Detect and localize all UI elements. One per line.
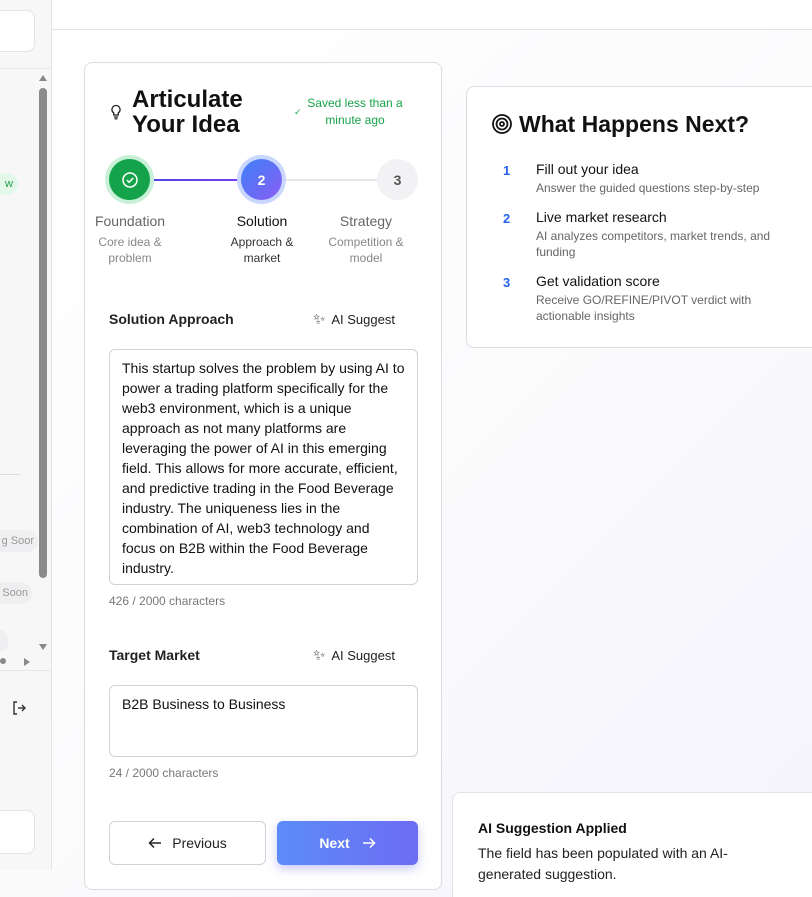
step-description: Receive GO/REFINE/PIVOT verdict with act… <box>536 293 752 323</box>
step-heading: Live market research <box>536 209 667 225</box>
step-1-label: Foundation <box>94 213 166 229</box>
what-happens-next-card: What Happens Next? 1 Fill out your idea … <box>466 86 812 348</box>
sparkle-icon: ✨︎ <box>313 646 326 664</box>
sidebar-divider <box>0 68 52 69</box>
scroll-left-arrow[interactable] <box>0 658 6 664</box>
scroll-right-arrow[interactable] <box>24 658 30 666</box>
previous-button[interactable]: Previous <box>109 821 266 865</box>
step-1-subtitle: Core idea & problem <box>98 235 162 265</box>
character-count: 24 / 2000 characters <box>109 766 219 780</box>
arrow-right-icon <box>362 837 376 849</box>
ai-suggest-button[interactable]: ✨︎ AI Suggest <box>313 307 413 331</box>
target-market-textarea[interactable]: B2B Business to Business <box>109 685 418 757</box>
step-2-label: Solution <box>236 213 288 229</box>
step-number: 1 <box>503 163 511 178</box>
arrow-left-icon <box>148 837 162 849</box>
logout-icon[interactable] <box>10 699 28 717</box>
step-1-circle[interactable] <box>109 159 150 200</box>
target-icon <box>492 114 512 134</box>
sidebar-search-box[interactable] <box>0 10 35 52</box>
scrollbar-thumb[interactable] <box>39 88 47 578</box>
sidebar: w g Soor Soon <box>0 0 52 870</box>
step-heading: Get validation score <box>536 273 660 289</box>
step-number: 2 <box>503 211 511 226</box>
lightbulb-icon <box>111 104 121 120</box>
check-circle-icon <box>121 171 138 188</box>
next-button[interactable]: Next <box>277 821 418 865</box>
sparkle-icon: ✨︎ <box>313 310 326 328</box>
progress-stepper: 2 3 Foundation Core idea & problem Solut… <box>95 159 419 269</box>
step-3-label: Strategy <box>339 213 393 229</box>
toast-title: AI Suggestion Applied <box>478 820 627 836</box>
top-header <box>52 0 812 30</box>
page-title: Articulate Your Idea <box>132 86 243 138</box>
solution-approach-label: Solution Approach <box>109 311 234 327</box>
target-market-label: Target Market <box>109 647 200 663</box>
coming-soon-badge: Soon <box>0 582 32 604</box>
solution-approach-textarea[interactable]: This startup solves the problem by using… <box>109 349 418 585</box>
user-profile-box[interactable] <box>0 810 35 854</box>
coming-soon-badge: g Soor <box>0 530 38 552</box>
step-2-subtitle: Approach & market <box>230 235 294 265</box>
sidebar-divider <box>0 474 20 475</box>
sidebar-divider <box>0 670 52 671</box>
scroll-down-arrow[interactable] <box>39 644 47 650</box>
idea-form-card: Articulate Your Idea ✓ Saved less than a… <box>84 62 442 890</box>
ai-suggest-button[interactable]: ✨︎ AI Suggest <box>313 643 413 667</box>
toast-message: The field has been populated with an AI-… <box>478 845 728 882</box>
character-count: 426 / 2000 characters <box>109 594 226 608</box>
toast-notification[interactable]: AI Suggestion Applied The field has been… <box>452 792 812 897</box>
step-3-subtitle: Competition & model <box>328 235 404 265</box>
next-card-title: What Happens Next? <box>519 111 750 137</box>
card-header: Articulate Your Idea ✓ Saved less than a… <box>109 87 419 147</box>
sidebar-item[interactable] <box>0 630 8 652</box>
step-connector <box>284 179 379 181</box>
step-3-circle[interactable]: 3 <box>377 159 418 200</box>
step-number: 3 <box>503 275 511 290</box>
previous-label: Previous <box>172 835 227 851</box>
scroll-up-arrow[interactable] <box>39 75 47 81</box>
step-description: AI analyzes competitors, market trends, … <box>536 229 771 259</box>
step-heading: Fill out your idea <box>536 161 639 177</box>
next-label: Next <box>319 835 350 851</box>
step-description: Answer the guided questions step-by-step <box>536 181 760 195</box>
ai-suggest-label: AI Suggest <box>331 647 395 663</box>
new-badge: w <box>0 173 18 195</box>
step-2-circle[interactable]: 2 <box>241 159 282 200</box>
ai-suggest-label: AI Suggest <box>331 311 395 327</box>
save-status: Saved less than a minute ago <box>307 96 403 127</box>
